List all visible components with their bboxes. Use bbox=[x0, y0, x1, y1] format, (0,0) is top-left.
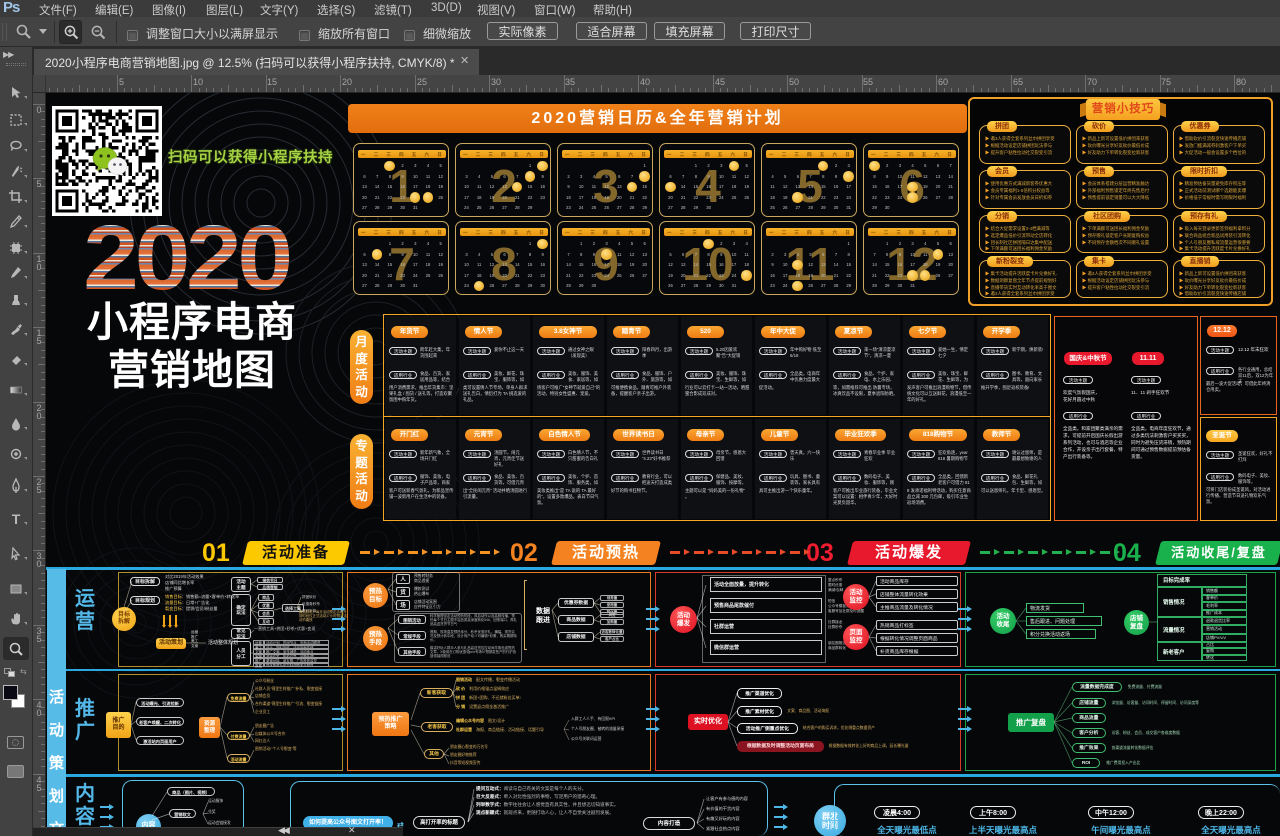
svg-text:T: T bbox=[12, 511, 21, 527]
